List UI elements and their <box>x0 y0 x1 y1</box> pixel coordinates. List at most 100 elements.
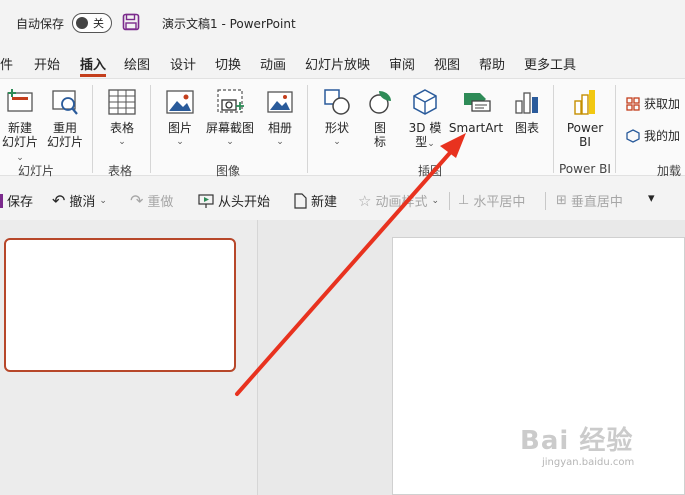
new-slide-icon <box>7 89 33 112</box>
reuse-label-1: 重用 <box>52 121 77 135</box>
qat-undo-button[interactable]: ↶ 撤消 ⌄ <box>52 191 107 210</box>
group-label-slides: 幻灯片 <box>18 164 55 178</box>
power-bi-label-2: BI <box>579 135 591 149</box>
pictures-label: 图片 <box>167 121 192 135</box>
chart-label: 图表 <box>514 121 539 135</box>
tab-animations[interactable]: 动画 <box>260 54 286 73</box>
power-bi-button[interactable]: Power BI <box>560 87 610 149</box>
chevron-down-icon: ⌄ <box>118 137 126 147</box>
reuse-slides-button[interactable]: 重用 幻灯片 <box>44 87 86 149</box>
chevron-down-icon: ⌄ <box>431 195 440 206</box>
icons-button[interactable]: 图 标 <box>362 87 398 149</box>
toggle-knob <box>76 17 88 29</box>
3d-models-button[interactable]: 3D 模 型⌄ <box>404 87 446 151</box>
star-icon: ☆ <box>358 191 372 210</box>
watermark-url: jingyan.baidu.com <box>542 457 635 468</box>
qat-new-label: 新建 <box>311 195 338 210</box>
tab-insert[interactable]: 插入 <box>80 54 106 73</box>
chevron-down-icon: ⌄ <box>276 137 284 147</box>
qat-undo-label: 撤消 <box>69 195 96 210</box>
qat-separator <box>545 192 546 210</box>
group-label-power-bi: Power BI <box>559 162 611 176</box>
autosave-toggle[interactable]: 关 <box>72 13 112 33</box>
qat-anim-style-button[interactable]: ☆ 动画样式 ⌄ <box>358 191 440 211</box>
group-label-images: 图像 <box>216 164 241 178</box>
slide-thumbnail[interactable] <box>4 238 236 372</box>
smartart-icon <box>464 93 491 112</box>
tab-review[interactable]: 审阅 <box>389 54 415 73</box>
group-label-addins: 加载 <box>657 164 682 178</box>
pictures-button[interactable]: 图片 ⌄ <box>160 87 200 149</box>
my-addins-button[interactable]: 我的加 <box>626 127 680 144</box>
tab-draw[interactable]: 绘图 <box>124 54 150 73</box>
group-separator <box>307 85 308 173</box>
tab-design[interactable]: 设计 <box>170 54 196 73</box>
qat-customize-button[interactable]: ▾ <box>648 191 655 206</box>
qat-redo-label: 重做 <box>147 195 174 210</box>
qat-new-button[interactable]: 新建 <box>293 191 337 210</box>
shapes-label: 形状 <box>324 121 349 135</box>
undo-icon: ↶ <box>52 191 66 210</box>
tab-view[interactable]: 视图 <box>434 54 460 73</box>
screenshot-icon <box>217 89 244 113</box>
models-label-1: 3D 模 <box>408 121 442 135</box>
qat-align-v-label: 垂直居中 <box>570 195 623 210</box>
tab-home[interactable]: 开始 <box>34 54 60 73</box>
qat-from-start-button[interactable]: 从头开始 <box>198 191 270 210</box>
cube-icon <box>413 89 437 115</box>
reuse-slides-icon <box>52 90 78 115</box>
icons-label-1: 图 <box>373 121 386 135</box>
tab-transitions[interactable]: 切换 <box>215 54 241 73</box>
group-separator <box>92 85 93 173</box>
new-slide-button[interactable]: 新建 幻灯片⌄ <box>0 87 40 165</box>
smartart-label: SmartArt <box>448 121 504 135</box>
watermark: Bai 经验 jingyan.baidu.com <box>520 420 680 490</box>
save-icon[interactable] <box>122 13 140 31</box>
tab-file[interactable]: 件 <box>0 54 13 73</box>
get-addins-button[interactable]: 获取加 <box>626 95 680 112</box>
qat-save-label: 保存 <box>7 195 34 210</box>
shapes-button[interactable]: 形状 ⌄ <box>318 87 356 149</box>
smartart-button[interactable]: SmartArt <box>448 87 504 135</box>
my-addins-label: 我的加 <box>644 129 681 143</box>
table-button[interactable]: 表格 ⌄ <box>100 87 144 149</box>
models-label-2: 型⌄ <box>415 135 435 149</box>
addin-icon <box>626 128 640 143</box>
ribbon-insert: 新建 幻灯片⌄ 重用 幻灯片 幻灯片 表格 ⌄ 表格 图片 ⌄ 屏幕截图 ⌄ 相… <box>0 78 685 178</box>
photo-album-button[interactable]: 相册 ⌄ <box>260 87 300 149</box>
store-icon <box>626 96 640 111</box>
screenshot-label: 屏幕截图 <box>205 121 254 135</box>
qat-align-h-button[interactable]: ⊥ 水平居中 <box>458 191 525 210</box>
icons-label-2: 标 <box>373 135 386 149</box>
chart-button[interactable]: 图表 <box>508 87 546 135</box>
quick-access-toolbar: 保存 ↶ 撤消 ⌄ ↷ 重做 从头开始 新建 ☆ 动画样式 ⌄ ⊥ 水平居中 ⊞… <box>0 183 685 217</box>
qat-more-icon: ▾ <box>648 191 655 206</box>
photo-album-icon <box>267 91 293 113</box>
qat-align-v-button[interactable]: ⊞ 垂直居中 <box>556 191 623 210</box>
reuse-label-2: 幻灯片 <box>46 135 83 149</box>
group-separator <box>615 85 616 173</box>
tab-more-tools[interactable]: 更多工具 <box>524 54 576 73</box>
autosave-label: 自动保存 <box>16 17 65 31</box>
power-bi-icon <box>574 90 595 115</box>
qat-save-button[interactable]: 保存 <box>0 191 33 210</box>
align-middle-icon: ⊞ <box>556 193 567 208</box>
qat-redo-button[interactable]: ↷ 重做 <box>130 191 173 210</box>
icons-icon <box>369 91 391 114</box>
tab-slideshow[interactable]: 幻灯片放映 <box>305 54 370 73</box>
chart-icon <box>515 92 538 114</box>
toggle-state: 关 <box>93 17 104 30</box>
qat-separator <box>449 192 450 210</box>
chevron-down-icon[interactable]: ⌄ <box>99 196 107 206</box>
picture-icon <box>166 90 194 114</box>
shapes-icon <box>324 89 350 115</box>
chevron-down-icon: ⌄ <box>226 137 234 147</box>
group-label-table: 表格 <box>108 164 133 178</box>
table-label: 表格 <box>109 121 134 135</box>
album-label: 相册 <box>267 121 292 135</box>
group-label-illustrations: 插图 <box>418 164 443 178</box>
tab-help[interactable]: 帮助 <box>479 54 505 73</box>
align-center-icon: ⊥ <box>458 193 470 208</box>
new-slide-label-1: 新建 <box>7 121 32 135</box>
screenshot-button[interactable]: 屏幕截图 ⌄ <box>202 87 258 149</box>
